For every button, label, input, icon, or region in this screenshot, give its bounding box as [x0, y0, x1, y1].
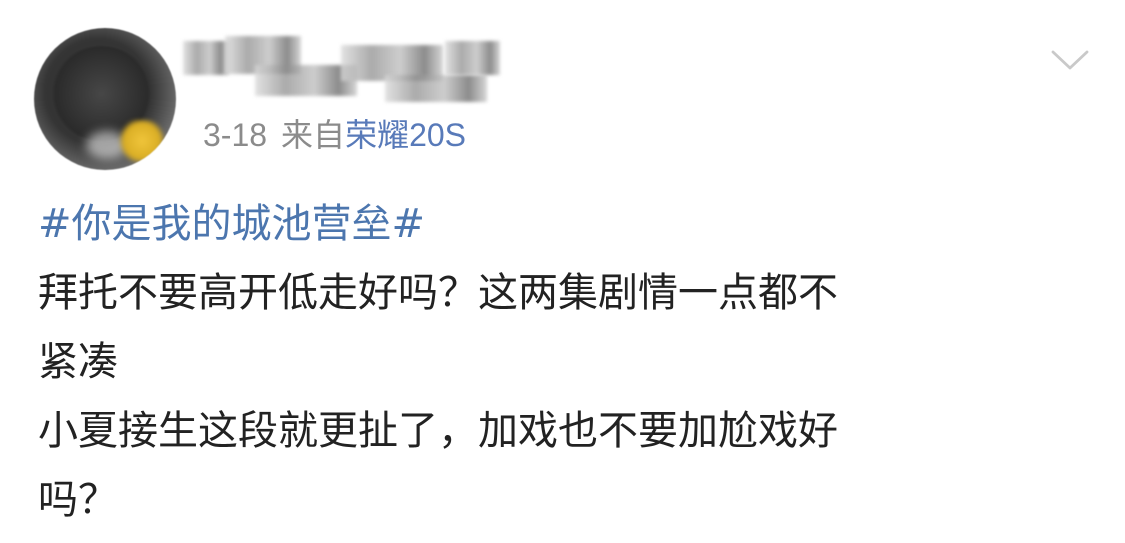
avatar-yellow-patch — [116, 120, 168, 162]
post-text-line: 紧凑 — [38, 339, 118, 385]
avatar[interactable] — [34, 28, 176, 170]
source-device-link[interactable]: 荣耀20S — [345, 117, 466, 153]
post-text-line: 小夏接生这段就更扯了，加戏也不要加尬戏好 — [38, 408, 838, 454]
post-content: #你是我的城池营垒# 拜托不要高开低走好吗？这两集剧情一点都不 紧凑 小夏接生这… — [38, 190, 1088, 535]
post-meta: 3-18 来自荣耀20S — [203, 113, 466, 158]
chevron-down-icon[interactable] — [1049, 45, 1091, 73]
topic-hashtag[interactable]: #你是我的城池营垒# — [38, 190, 1088, 259]
source-label: 来自 — [281, 117, 346, 153]
post-text-line: 拜托不要高开低走好吗？这两集剧情一点都不 — [38, 270, 838, 316]
redacted-username[interactable] — [183, 36, 500, 104]
post-source: 来自荣耀20S — [281, 113, 466, 158]
post-timestamp: 3-18 — [203, 117, 268, 153]
post-text-line: 吗？ — [38, 477, 118, 523]
weibo-post: 3-18 来自荣耀20S #你是我的城池营垒# 拜托不要高开低走好吗？这两集剧情… — [0, 0, 1125, 543]
redaction-smudge — [445, 41, 500, 75]
redaction-smudge — [385, 75, 487, 102]
redaction-smudge — [183, 41, 229, 75]
